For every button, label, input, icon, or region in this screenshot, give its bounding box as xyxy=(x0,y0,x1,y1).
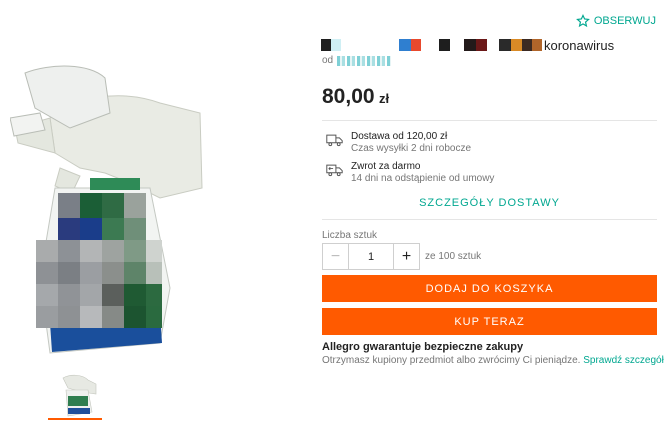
quantity-stepper: − + xyxy=(322,243,420,270)
price-amount: 80,00 xyxy=(322,85,375,108)
divider xyxy=(322,120,657,121)
returns-sub-text: 14 dni na odstąpienie od umowy xyxy=(351,173,495,184)
seller-prefix: od xyxy=(322,55,334,66)
seller-name-link[interactable] xyxy=(337,55,392,66)
delivery-info: Dostawa od 120,00 zł Czas wysyłki 2 dni … xyxy=(326,131,471,155)
watch-button[interactable]: OBSERWUJ xyxy=(575,14,656,28)
guarantee-details-link[interactable]: Sprawdź szczegóły. xyxy=(583,355,664,366)
delivery-main-text: Dostawa od 120,00 zł xyxy=(351,131,448,142)
star-outline-icon xyxy=(575,14,590,28)
seller-line: od xyxy=(322,55,392,66)
quantity-max-text: ze 100 sztuk xyxy=(425,251,482,262)
decrease-quantity-button[interactable]: − xyxy=(322,243,349,270)
truck-icon xyxy=(326,134,343,147)
guarantee-text-line: Otrzymasz kupiony przedmiot albo zwrócim… xyxy=(322,355,664,366)
add-to-cart-button[interactable]: DODAJ DO KOSZYKA xyxy=(322,275,657,302)
delivery-sub-text: Czas wysyłki 2 dni robocze xyxy=(351,143,472,154)
product-title-text: koronawirus xyxy=(544,37,615,53)
product-title: koronawirus xyxy=(321,36,614,54)
thumbnail-active-indicator xyxy=(48,418,102,420)
redacted-title-block xyxy=(321,39,542,51)
returns-info: Zwrot za darmo 14 dni na odstąpienie od … xyxy=(326,161,494,185)
product-main-image[interactable] xyxy=(10,58,205,358)
product-thumbnail[interactable] xyxy=(48,370,102,420)
delivery-details-link[interactable]: SZCZEGÓŁY DOSTAWY xyxy=(322,197,657,209)
product-gallery xyxy=(0,0,300,426)
guarantee-text: Otrzymasz kupiony przedmiot albo zwrócim… xyxy=(322,355,581,366)
quantity-label: Liczba sztuk xyxy=(322,230,378,241)
divider xyxy=(322,219,657,220)
price-currency: zł xyxy=(379,91,390,106)
guarantee-title: Allegro gwarantuje bezpieczne zakupy xyxy=(322,341,524,353)
return-truck-icon xyxy=(326,164,343,177)
buy-now-button[interactable]: KUP TERAZ xyxy=(322,308,657,335)
quantity-input[interactable] xyxy=(349,243,393,270)
increase-quantity-button[interactable]: + xyxy=(393,243,420,270)
watch-label: OBSERWUJ xyxy=(593,15,656,27)
price: 80,00 zł xyxy=(322,85,389,109)
returns-main-text: Zwrot za darmo xyxy=(351,161,421,172)
